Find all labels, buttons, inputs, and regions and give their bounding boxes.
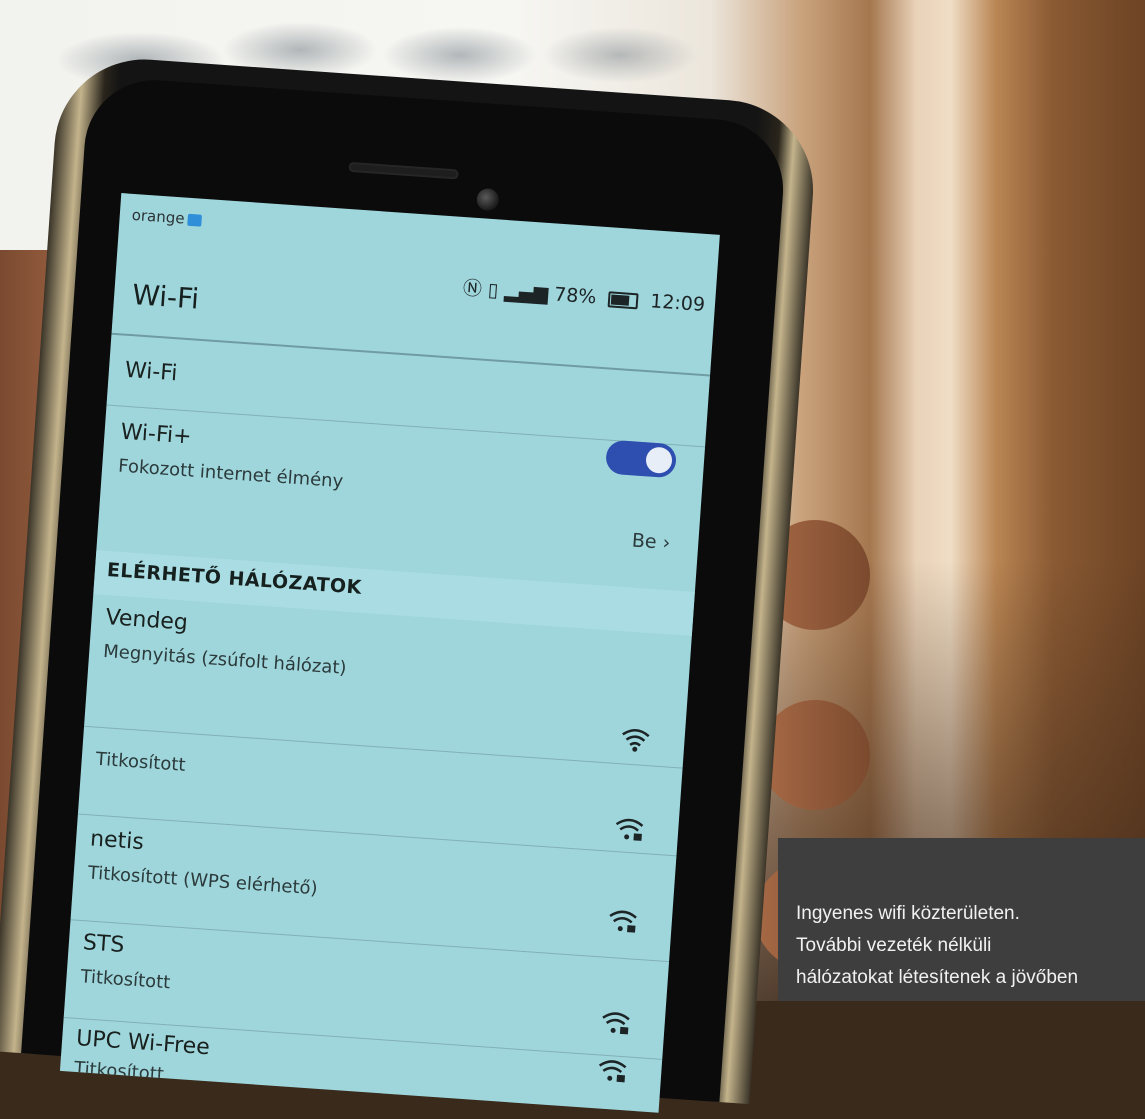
network-status: Titkosított bbox=[73, 1057, 165, 1086]
network-name: netis bbox=[89, 826, 145, 856]
phone: orange Ⓝ ▯ ▂▄▆ 78% 12:09 Wi-Fi Wi-Fi Wi-… bbox=[0, 53, 820, 1113]
wifi-setting-label: Wi-Fi bbox=[124, 357, 179, 387]
wifi-signal-icon bbox=[622, 729, 650, 752]
wifi-locked-icon bbox=[598, 1060, 627, 1083]
phone-screen: orange Ⓝ ▯ ▂▄▆ 78% 12:09 Wi-Fi Wi-Fi Wi-… bbox=[59, 193, 720, 1113]
wifi-plus-value-text: Be bbox=[631, 529, 658, 554]
network-status: Titkosított (WPS elérhető) bbox=[87, 862, 319, 900]
chevron-right-icon: › bbox=[661, 531, 672, 555]
network-status: Titkosított bbox=[95, 748, 187, 776]
wifi-plus-label: Wi-Fi+ bbox=[119, 419, 193, 450]
carrier-label: orange bbox=[131, 205, 186, 228]
finger bbox=[760, 700, 870, 810]
caption-text: Ingyenes wifi közterületen. További veze… bbox=[796, 903, 1079, 988]
wifi-locked-icon bbox=[609, 910, 637, 933]
photo-caption: Ingyenes wifi közterületen. További veze… bbox=[778, 838, 1145, 1001]
network-name: UPC Wi-Free bbox=[75, 1025, 211, 1061]
page-title: Wi-Fi bbox=[131, 278, 201, 316]
section-title: ELÉRHETŐ HÁLÓZATOK bbox=[106, 558, 363, 599]
wifi-plus-sublabel: Fokozott internet élmény bbox=[117, 455, 344, 493]
network-status: Megnyitás (zsúfolt hálózat) bbox=[102, 640, 348, 679]
wifi-locked-icon bbox=[602, 1012, 630, 1035]
wifi-plus-value: Be › bbox=[631, 530, 671, 555]
carrier-name: orange bbox=[131, 206, 202, 229]
network-name: STS bbox=[82, 930, 126, 959]
wifi-locked-icon bbox=[615, 818, 644, 841]
network-status: Titkosított bbox=[79, 966, 171, 994]
network-name: Vendeg bbox=[104, 605, 189, 636]
carrier-badge-icon bbox=[187, 213, 202, 227]
